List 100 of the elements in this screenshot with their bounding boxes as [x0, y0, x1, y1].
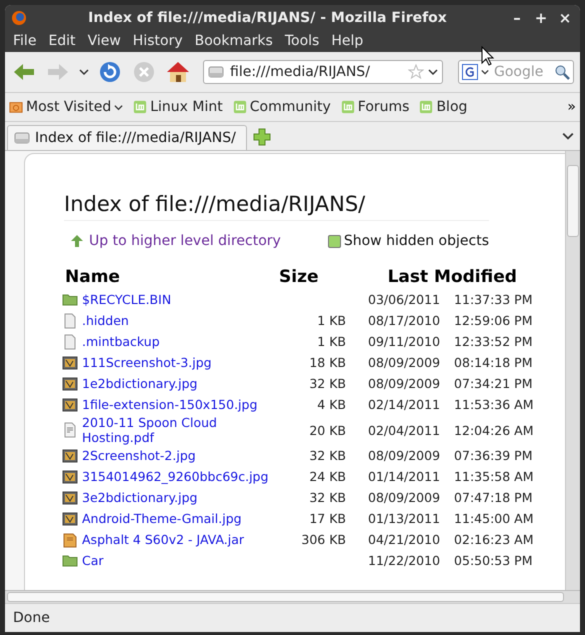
bookmark-item[interactable]: Forums: [340, 99, 410, 115]
date-cell: 08/09/2009: [368, 355, 440, 370]
date-cell: 01/14/2011: [368, 469, 440, 484]
date-cell: 04/21/2010: [368, 532, 440, 547]
time-cell: 07:47:18 PM: [454, 490, 532, 505]
image-file-icon: [62, 376, 78, 392]
date-cell: 02/14/2011: [368, 397, 440, 412]
image-file-icon: [62, 354, 78, 370]
size-cell: 32 KB: [309, 376, 346, 391]
reload-icon[interactable]: [97, 59, 123, 85]
time-cell: 11:45:00 AM: [454, 511, 534, 526]
file-link[interactable]: 3154014962_9260bbc69c.jpg: [82, 469, 268, 484]
new-tab-plus-icon[interactable]: [253, 128, 271, 146]
file-link[interactable]: 3e2bdictionary.jpg: [82, 490, 198, 505]
home-icon[interactable]: [165, 59, 191, 85]
document-icon: [62, 422, 78, 438]
bookmark-item[interactable]: Blog: [419, 99, 468, 115]
file-link[interactable]: 1e2bdictionary.jpg: [82, 376, 198, 391]
status-text: Done: [13, 610, 50, 626]
bookmark-item[interactable]: Most Visited: [9, 99, 124, 115]
size-cell: 20 KB: [309, 422, 346, 438]
column-header: Name: [64, 267, 121, 289]
time-cell: 05:50:53 PM: [454, 553, 532, 568]
menu-item[interactable]: History: [126, 33, 189, 49]
image-file-icon: [62, 510, 78, 526]
dropdown-icon[interactable]: [481, 68, 489, 76]
date-cell: 08/09/2009: [368, 376, 440, 391]
file-link[interactable]: .mintbackup: [82, 334, 160, 349]
up-arrow-icon: [70, 234, 84, 248]
column-header: Size: [278, 267, 320, 289]
column-header: Last Modified: [386, 267, 518, 289]
size-cell: 1 KB: [317, 334, 346, 349]
time-cell: 12:59:06 PM: [454, 313, 532, 328]
folder-icon: [9, 100, 23, 114]
menu-item[interactable]: View: [82, 33, 127, 49]
date-cell: 08/17/2010: [368, 313, 440, 328]
file-link[interactable]: 1file-extension-150x150.jpg: [82, 397, 258, 412]
image-file-icon: [62, 490, 78, 506]
time-cell: 11:35:58 AM: [454, 469, 534, 484]
file-link[interactable]: 2010-11 Spoon Cloud Hosting.pdf: [82, 415, 276, 445]
drive-icon: [208, 64, 224, 80]
image-file-icon: [62, 396, 78, 412]
time-cell: 02:16:23 AM: [454, 532, 534, 547]
size-cell: 24 KB: [309, 469, 346, 484]
size-cell: 4 KB: [317, 397, 346, 412]
date-cell: 11/22/2010: [368, 553, 440, 568]
archive-icon: [62, 532, 78, 548]
tab-list-icon[interactable]: [562, 130, 574, 142]
time-cell: 12:04:26 AM: [454, 422, 534, 438]
file-link[interactable]: .hidden: [82, 313, 129, 328]
time-cell: 11:53:36 AM: [454, 397, 534, 412]
bookmark-item[interactable]: Linux Mint: [133, 99, 223, 115]
mouse-pointer-icon: [481, 46, 495, 66]
window-control[interactable]: –: [508, 8, 526, 26]
history-dropdown-icon[interactable]: [79, 67, 89, 77]
time-cell: 07:34:21 PM: [454, 376, 532, 391]
menu-item[interactable]: Bookmarks: [188, 33, 279, 49]
page-heading: Index of file:///media/RIJANS/: [64, 192, 489, 221]
dropdown-icon[interactable]: [428, 67, 438, 77]
search-icon[interactable]: [554, 64, 570, 80]
horizontal-scrollbar[interactable]: [5, 590, 580, 603]
menu-item[interactable]: Tools: [278, 33, 326, 49]
window-control[interactable]: +: [532, 8, 550, 26]
menu-item[interactable]: Help: [325, 33, 370, 49]
vertical-scrollbar[interactable]: [565, 151, 580, 590]
star-icon[interactable]: [408, 64, 424, 80]
search-field[interactable]: Google: [492, 63, 551, 81]
up-directory-link[interactable]: Up to higher level directory: [70, 233, 281, 249]
date-cell: 03/06/2011: [368, 292, 440, 307]
drive-icon: [14, 130, 30, 146]
time-cell: 11:37:33 PM: [454, 292, 532, 307]
menu-item[interactable]: Edit: [42, 33, 82, 49]
file-icon: [62, 312, 78, 328]
bookmarks-overflow-button[interactable]: »: [567, 99, 576, 115]
size-cell: 306 KB: [301, 532, 346, 547]
time-cell: 12:33:52 PM: [454, 334, 532, 349]
file-link[interactable]: $RECYCLE.BIN: [82, 292, 172, 307]
file-link[interactable]: Asphalt 4 S60v2 - JAVA.jar: [82, 532, 244, 547]
show-hidden-checkbox[interactable]: Show hidden objects: [328, 233, 489, 249]
file-link[interactable]: Car: [82, 553, 104, 568]
folder-icon: [62, 552, 78, 568]
bookmark-item[interactable]: Community: [232, 99, 331, 115]
search-bar[interactable]: Google: [458, 60, 574, 84]
address-bar[interactable]: file:///media/RIJANS/: [203, 60, 443, 84]
address-field[interactable]: file:///media/RIJANS/: [228, 63, 404, 81]
window-control[interactable]: ×: [556, 8, 574, 26]
file-link[interactable]: 2Screenshot-2.jpg: [82, 448, 196, 463]
time-cell: 08:14:18 PM: [454, 355, 532, 370]
menu-item[interactable]: File: [7, 33, 42, 49]
browser-tab[interactable]: Index of file:///media/RIJANS/: [7, 125, 247, 150]
file-icon: [62, 334, 78, 350]
size-cell: 18 KB: [309, 355, 346, 370]
size-cell: 1 KB: [317, 313, 346, 328]
window-title: Index of file:///media/RIJANS/ - Mozilla Firefox: [87, 10, 448, 26]
file-link[interactable]: 111Screenshot-3.jpg: [82, 355, 212, 370]
image-file-icon: [62, 448, 78, 464]
size-cell: 17 KB: [309, 511, 346, 526]
file-link[interactable]: Android-Theme-Gmail.jpg: [82, 511, 242, 526]
date-cell: 08/09/2009: [368, 490, 440, 505]
size-cell: 32 KB: [309, 490, 346, 505]
